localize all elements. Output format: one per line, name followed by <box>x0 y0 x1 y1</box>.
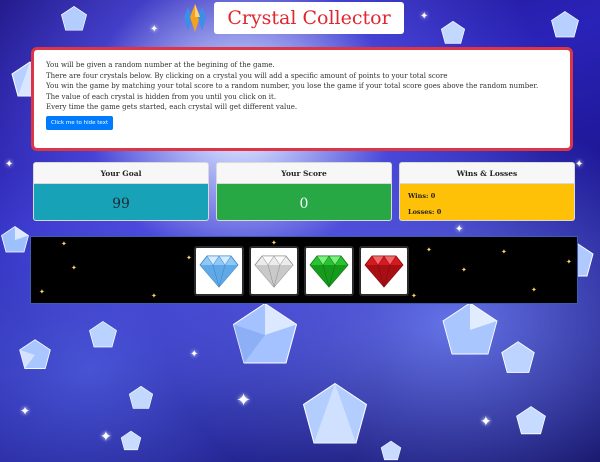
sparkle-icon: ✦ <box>236 390 252 411</box>
score-label: Your Score <box>217 163 391 184</box>
header: Crystal Collector <box>182 2 404 34</box>
instruction-line: Every time the game gets started, each c… <box>46 103 298 112</box>
crystal-logo-icon <box>182 3 208 33</box>
instruction-line: You will be given a random number at the… <box>46 61 275 69</box>
wins-row: Wins: 0 <box>408 192 435 200</box>
red-crystal-button[interactable] <box>359 246 409 296</box>
losses-count: 0 <box>436 207 442 216</box>
wins-label: Wins: <box>408 191 429 200</box>
sparkle-icon: ✦ <box>150 24 159 35</box>
score-value: 0 <box>217 184 391 220</box>
sparkle-icon: ✦ <box>100 429 112 445</box>
losses-row: Losses: 0 <box>408 208 441 216</box>
wins-losses-body: Wins: 0 Losses: 0 <box>400 184 574 220</box>
bg-crystal-icon <box>60 5 88 33</box>
bg-crystal-icon <box>230 300 300 370</box>
wins-losses-label: Wins & Losses <box>400 163 574 184</box>
bg-crystal-icon <box>500 340 536 376</box>
sparkle-icon: ✦ <box>575 159 584 170</box>
goal-value: 99 <box>34 184 208 220</box>
clear-diamond-icon <box>254 255 294 288</box>
goal-label: Your Goal <box>34 163 208 184</box>
sparkle-icon: ✦ <box>531 286 537 294</box>
green-crystal-button[interactable] <box>304 246 354 296</box>
bg-crystal-icon <box>380 440 402 462</box>
instruction-line: You win the game by matching your total … <box>46 82 539 91</box>
blue-diamond-icon <box>199 255 239 288</box>
sparkle-icon: ✦ <box>5 159 14 170</box>
instruction-line: The value of each crystal is hidden from… <box>46 92 277 101</box>
instruction-line: There are four crystals below. By clicki… <box>46 71 448 80</box>
sparkle-icon: ✦ <box>151 292 157 300</box>
sparkle-icon: ✦ <box>455 224 464 235</box>
sparkle-icon: ✦ <box>426 246 432 254</box>
bg-crystal-icon <box>88 320 118 350</box>
instructions-card: You will be given a random number at the… <box>31 47 573 151</box>
sparkle-icon: ✦ <box>480 414 492 430</box>
bg-crystal-icon <box>300 380 370 450</box>
green-diamond-icon <box>309 255 349 288</box>
bg-crystal-icon <box>440 20 466 46</box>
sparkle-icon: ✦ <box>39 288 45 296</box>
sparkle-icon: ✦ <box>501 248 507 256</box>
hide-text-button[interactable]: Click me to hide text <box>46 115 114 130</box>
bg-crystal-icon <box>550 10 580 40</box>
bg-crystal-icon <box>120 430 142 452</box>
wins-losses-card: Wins & Losses Wins: 0 Losses: 0 <box>399 162 575 221</box>
sparkle-icon: ✦ <box>411 292 417 300</box>
bg-crystal-icon <box>18 338 52 372</box>
goal-card: Your Goal 99 <box>33 162 209 221</box>
sparkle-icon: ✦ <box>71 264 77 272</box>
sparkle-icon: ✦ <box>461 266 467 274</box>
sparkle-icon: ✦ <box>61 240 67 248</box>
sparkle-icon: ✦ <box>566 258 572 266</box>
bg-crystal-icon <box>515 405 547 437</box>
crystal-area: ✦ ✦ ✦ ✦ ✦ ✦ ✦ ✦ ✦ ✦ ✦ ✦ <box>30 236 578 304</box>
page-title: Crystal Collector <box>214 2 404 34</box>
bg-crystal-icon <box>0 225 30 255</box>
wins-count: 0 <box>430 191 436 200</box>
clear-crystal-button[interactable] <box>249 246 299 296</box>
sparkle-icon: ✦ <box>190 349 199 360</box>
sparkle-icon: ✦ <box>20 404 31 418</box>
blue-crystal-button[interactable] <box>194 246 244 296</box>
sparkle-icon: ✦ <box>186 254 192 262</box>
losses-label: Losses: <box>408 207 435 216</box>
bg-crystal-icon <box>440 300 500 360</box>
sparkle-icon: ✦ <box>420 11 429 22</box>
bg-crystal-icon <box>128 385 154 411</box>
score-card: Your Score 0 <box>216 162 392 221</box>
red-diamond-icon <box>364 255 404 288</box>
